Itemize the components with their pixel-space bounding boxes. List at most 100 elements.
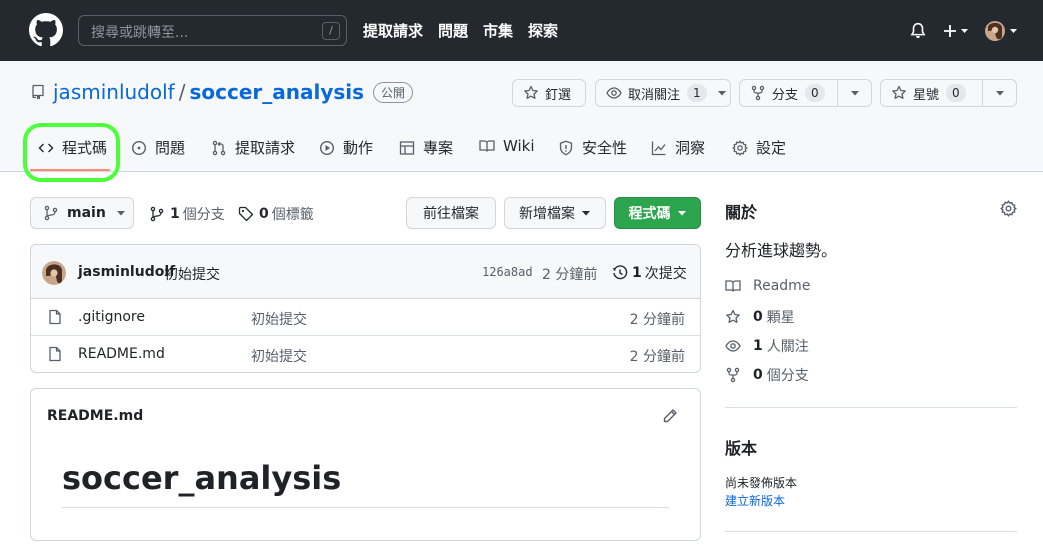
github-logo-icon[interactable] xyxy=(29,13,63,47)
tab-issues[interactable]: 問題 xyxy=(131,137,185,158)
search-shortcut-key: / xyxy=(322,22,340,40)
tab-actions[interactable]: 動作 xyxy=(319,137,373,158)
global-nav: 提取請求 問題 市集 探索 xyxy=(363,20,558,41)
code-button-label: 程式碼 xyxy=(628,206,671,222)
go-to-file-button[interactable]: 前往檔案 xyxy=(406,197,496,229)
chevron-down-icon xyxy=(996,91,1004,96)
highlight-ring xyxy=(23,123,120,182)
stars-link[interactable]: 0 顆星 xyxy=(725,307,795,327)
table-icon xyxy=(399,140,415,155)
search-placeholder: 搜尋或跳轉至... xyxy=(91,25,189,41)
tab-insights[interactable]: 洞察 xyxy=(651,137,705,158)
tab-actions-label: 動作 xyxy=(343,139,374,157)
edit-pencil-icon[interactable] xyxy=(662,408,678,424)
create-new-menu-icon[interactable] xyxy=(942,21,972,41)
readme-panel: README.md soccer_analysis xyxy=(30,388,701,541)
fork-icon xyxy=(726,367,740,383)
file-name[interactable]: README.md xyxy=(78,346,165,362)
readme-filename: README.md xyxy=(47,408,144,424)
tab-pull-requests-label: 提取請求 xyxy=(235,139,296,157)
notifications-bell-icon[interactable] xyxy=(909,22,927,40)
add-file-button[interactable]: 新增檔案 xyxy=(504,197,606,229)
tab-wiki[interactable]: Wiki xyxy=(479,137,535,155)
user-avatar-menu[interactable] xyxy=(984,19,1020,43)
file-name[interactable]: .gitignore xyxy=(78,309,145,325)
tab-security[interactable]: 安全性 xyxy=(558,137,627,158)
watch-button[interactable]: 取消關注 1 xyxy=(595,79,731,107)
repo-name-link[interactable]: soccer_analysis xyxy=(189,80,364,104)
readme-heading: soccer_analysis xyxy=(62,459,342,497)
commit-time: 2 分鐘前 xyxy=(542,267,598,283)
tab-issues-label: 問題 xyxy=(155,139,186,157)
issue-icon xyxy=(131,140,147,155)
graph-icon xyxy=(651,141,666,155)
tab-security-label: 安全性 xyxy=(582,139,628,157)
star-dropdown[interactable] xyxy=(982,80,1016,106)
stars-count: 0 xyxy=(753,309,763,325)
chevron-down-icon xyxy=(717,91,726,96)
watchers-link[interactable]: 1 人關注 xyxy=(725,336,809,356)
releases-heading[interactable]: 版本 xyxy=(725,435,757,459)
file-row[interactable]: .gitignore 初始提交 2 分鐘前 xyxy=(31,299,700,336)
commit-sha[interactable]: 126a8ad xyxy=(482,265,533,279)
fork-label: 分支 xyxy=(772,87,799,103)
file-row[interactable]: README.md 初始提交 2 分鐘前 xyxy=(31,336,700,372)
eye-icon xyxy=(606,87,622,99)
book-icon xyxy=(479,140,495,152)
tab-settings[interactable]: 設定 xyxy=(732,137,786,158)
latest-commit-row: jasminludolf 初始提交 126a8ad 2 分鐘前 1 次提交 xyxy=(31,245,700,299)
pin-label: 釘選 xyxy=(545,87,572,103)
tab-projects[interactable]: 專案 xyxy=(399,137,453,158)
forks-link[interactable]: 0 個分支 xyxy=(725,365,809,385)
branches-link[interactable]: 1 個分支 xyxy=(149,204,225,224)
watchers-count: 1 xyxy=(753,338,763,354)
commit-author-avatar[interactable] xyxy=(42,261,66,285)
file-commit-time: 2 分鐘前 xyxy=(629,312,685,328)
star-icon xyxy=(726,309,740,323)
fork-button[interactable]: 分支 0 xyxy=(739,79,872,107)
sidebar-divider xyxy=(725,531,1017,532)
search-input[interactable]: 搜尋或跳轉至... / xyxy=(78,15,347,46)
file-commit-message[interactable]: 初始提交 xyxy=(251,346,307,366)
commit-count: 1 xyxy=(632,265,642,281)
repo-owner-link[interactable]: jasminludolf xyxy=(53,80,175,104)
commit-author[interactable]: jasminludolf xyxy=(78,264,175,280)
gear-icon[interactable] xyxy=(1000,200,1017,217)
create-release-link[interactable]: 建立新版本 xyxy=(725,492,785,509)
add-file-label: 新增檔案 xyxy=(519,206,575,222)
tab-projects-label: 專案 xyxy=(423,139,454,157)
file-list: jasminludolf 初始提交 126a8ad 2 分鐘前 1 次提交 .g… xyxy=(30,244,701,373)
history-icon xyxy=(612,265,628,280)
repo-icon xyxy=(32,84,44,100)
tags-link[interactable]: 0 個標籤 xyxy=(238,204,314,224)
file-icon xyxy=(49,309,61,325)
watchers-label: 人關注 xyxy=(766,339,809,355)
file-commit-message[interactable]: 初始提交 xyxy=(251,309,307,329)
fork-count: 0 xyxy=(805,84,825,102)
readme-link[interactable]: Readme xyxy=(725,278,810,294)
nav-issues[interactable]: 問題 xyxy=(438,20,468,41)
commit-message[interactable]: 初始提交 xyxy=(164,264,220,284)
repo-title: jasminludolf / soccer_analysis 公開 xyxy=(53,80,414,104)
chevron-down-icon xyxy=(582,211,590,216)
fork-dropdown[interactable] xyxy=(837,80,871,106)
shield-icon xyxy=(559,140,573,155)
nav-marketplace[interactable]: 市集 xyxy=(483,20,513,41)
file-commit-time: 2 分鐘前 xyxy=(629,349,685,365)
forks-count: 0 xyxy=(753,367,763,383)
readme-link-label: Readme xyxy=(753,278,811,294)
pin-button[interactable]: 釘選 xyxy=(512,79,586,107)
book-icon xyxy=(725,280,741,292)
commit-history-link[interactable]: 1 次提交 xyxy=(612,263,687,283)
go-to-file-label: 前往檔案 xyxy=(423,206,479,222)
star-icon xyxy=(892,85,906,99)
nav-explore[interactable]: 探索 xyxy=(528,20,558,41)
star-count: 0 xyxy=(946,84,966,102)
code-button[interactable]: 程式碼 xyxy=(614,197,701,229)
tag-icon xyxy=(238,206,254,222)
play-icon xyxy=(319,140,335,155)
tab-pull-requests[interactable]: 提取請求 xyxy=(211,137,295,158)
branch-selector[interactable]: main xyxy=(30,197,134,229)
nav-pull-requests[interactable]: 提取請求 xyxy=(363,20,423,41)
star-button[interactable]: 星號 0 xyxy=(880,79,1017,107)
